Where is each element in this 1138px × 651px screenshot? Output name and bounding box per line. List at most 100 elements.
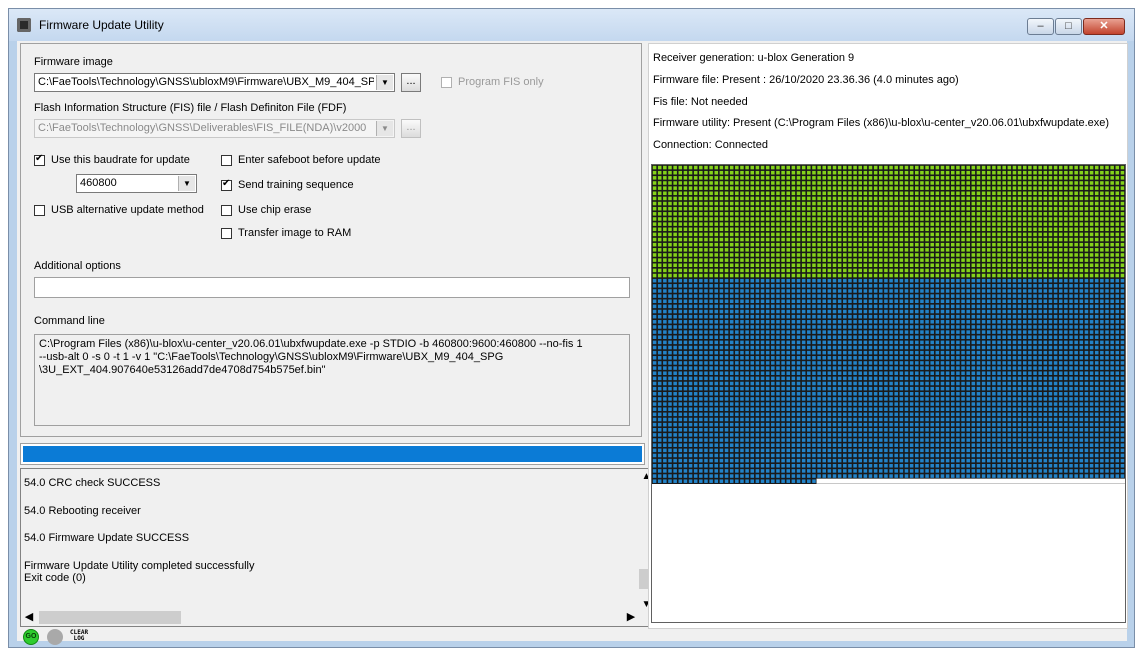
flash-block-written bbox=[884, 253, 888, 257]
flash-block-blue bbox=[935, 422, 940, 427]
flash-block-blue bbox=[1110, 371, 1114, 375]
flash-block-written bbox=[904, 165, 909, 170]
flash-block-blue bbox=[683, 325, 688, 329]
flash-block-blue bbox=[884, 314, 888, 319]
program-fis-only-box[interactable] bbox=[441, 76, 452, 88]
flash-block-written bbox=[951, 201, 955, 206]
flash-block-written bbox=[796, 253, 801, 257]
chevron-down-icon[interactable]: ▼ bbox=[376, 121, 393, 136]
scroll-right-icon[interactable]: ▶ bbox=[623, 609, 639, 626]
flash-block-blue bbox=[951, 309, 955, 314]
flash-block-blue bbox=[760, 299, 765, 304]
program-fis-only-checkbox[interactable]: Program FIS only bbox=[441, 76, 544, 88]
safeboot-box[interactable] bbox=[221, 154, 232, 166]
flash-block-blue bbox=[1017, 289, 1022, 293]
flash-block-written bbox=[1048, 253, 1053, 257]
flash-block-written bbox=[765, 201, 770, 206]
close-button[interactable]: ✕ bbox=[1083, 18, 1125, 35]
flash-block-blue bbox=[719, 376, 724, 381]
chevron-down-icon[interactable]: ▼ bbox=[376, 75, 393, 90]
flash-block-written bbox=[1110, 217, 1114, 221]
fis-browse-button[interactable]: ... bbox=[401, 119, 421, 138]
flash-block-blue bbox=[735, 386, 739, 391]
clear-log-button[interactable]: CLEAR LOG bbox=[70, 630, 88, 642]
flash-block-written bbox=[745, 217, 749, 221]
transfer-ram-box[interactable] bbox=[221, 227, 232, 239]
chip-erase-box[interactable] bbox=[221, 204, 232, 216]
flash-block-blue bbox=[843, 289, 847, 293]
flash-block-blue bbox=[971, 386, 976, 391]
flash-block-blue bbox=[1038, 289, 1042, 293]
fis-combo[interactable]: C:\FaeTools\Technology\GNSS\Deliverables… bbox=[34, 119, 395, 138]
flash-block-blue bbox=[992, 320, 996, 324]
flash-block-blue bbox=[966, 350, 970, 355]
log-horizontal-scrollbar[interactable]: ◀ ▶ bbox=[21, 609, 639, 626]
flash-block-blue bbox=[889, 340, 893, 345]
minimize-button[interactable]: – bbox=[1027, 18, 1054, 35]
training-box[interactable] bbox=[221, 178, 232, 191]
flash-block-written bbox=[729, 186, 734, 190]
maximize-button[interactable]: □ bbox=[1055, 18, 1082, 35]
flash-block-blue bbox=[889, 330, 893, 334]
training-checkbox[interactable]: Send training sequence bbox=[221, 178, 354, 191]
flash-block-written bbox=[786, 206, 791, 211]
usb-alt-checkbox[interactable]: USB alternative update method bbox=[34, 204, 204, 216]
flash-block-written bbox=[899, 170, 904, 175]
flash-block-written bbox=[853, 237, 857, 242]
flash-block-blue bbox=[899, 314, 904, 319]
flash-block-blue bbox=[956, 371, 960, 375]
flash-block-blue bbox=[1002, 366, 1006, 370]
flash-block-written bbox=[1038, 222, 1042, 226]
flash-block-blue bbox=[1033, 361, 1037, 365]
flash-block-written bbox=[1058, 258, 1063, 262]
flash-block-blue bbox=[935, 330, 940, 334]
flash-block-written bbox=[678, 253, 683, 257]
flash-block-written bbox=[791, 181, 796, 185]
baudrate-combo[interactable]: 460800 ▼ bbox=[76, 174, 197, 193]
firmware-image-combo[interactable]: C:\FaeTools\Technology\GNSS\ubloxM9\Firm… bbox=[34, 73, 395, 92]
training-label: Send training sequence bbox=[238, 179, 354, 191]
flash-block-written bbox=[1053, 217, 1058, 221]
flash-block-blue bbox=[951, 386, 955, 391]
use-baudrate-box[interactable] bbox=[34, 153, 45, 166]
flash-block-written bbox=[796, 191, 801, 196]
go-button[interactable]: GO bbox=[23, 629, 39, 645]
flash-block-blue bbox=[781, 412, 785, 417]
flash-block-blue bbox=[719, 428, 724, 432]
stop-button[interactable] bbox=[47, 629, 63, 645]
scroll-left-icon[interactable]: ◀ bbox=[21, 609, 37, 626]
flash-block-written bbox=[961, 191, 965, 196]
use-baudrate-checkbox[interactable]: Use this baudrate for update bbox=[34, 153, 190, 166]
flash-block-written bbox=[981, 222, 986, 226]
flash-block-written bbox=[945, 176, 950, 180]
flash-block-blue bbox=[1028, 284, 1032, 288]
flash-block-blue bbox=[1069, 417, 1073, 422]
flash-block-blue bbox=[930, 314, 934, 319]
flash-block-written bbox=[796, 196, 801, 201]
flash-block-blue bbox=[745, 345, 749, 350]
chip-erase-checkbox[interactable]: Use chip erase bbox=[221, 204, 311, 216]
flash-block-blue bbox=[709, 402, 713, 406]
flash-block-blue bbox=[930, 407, 934, 411]
scroll-thumb[interactable] bbox=[39, 611, 181, 624]
flash-block-blue bbox=[1110, 345, 1114, 350]
flash-block-blue bbox=[899, 402, 904, 406]
chevron-down-icon[interactable]: ▼ bbox=[178, 176, 195, 191]
flash-block-blue bbox=[884, 371, 888, 375]
flash-block-written bbox=[1007, 217, 1012, 221]
flash-block-blue bbox=[1053, 402, 1058, 406]
flash-block-written bbox=[740, 170, 744, 175]
additional-options-input[interactable] bbox=[34, 277, 630, 298]
flash-block-blue bbox=[807, 433, 811, 437]
firmware-browse-button[interactable]: ... bbox=[401, 73, 421, 92]
flash-block-written bbox=[935, 248, 940, 252]
flash-block-written bbox=[863, 206, 868, 211]
command-line-field[interactable]: C:\Program Files (x86)\u-blox\u-center_v… bbox=[34, 334, 630, 426]
safeboot-checkbox[interactable]: Enter safeboot before update bbox=[221, 154, 381, 166]
transfer-ram-checkbox[interactable]: Transfer image to RAM bbox=[221, 227, 351, 239]
flash-block-blue bbox=[1105, 366, 1109, 370]
usb-alt-box[interactable] bbox=[34, 204, 45, 216]
flash-block-blue bbox=[740, 284, 744, 288]
flash-block-written bbox=[1002, 196, 1006, 201]
flash-block-blue bbox=[668, 289, 672, 293]
